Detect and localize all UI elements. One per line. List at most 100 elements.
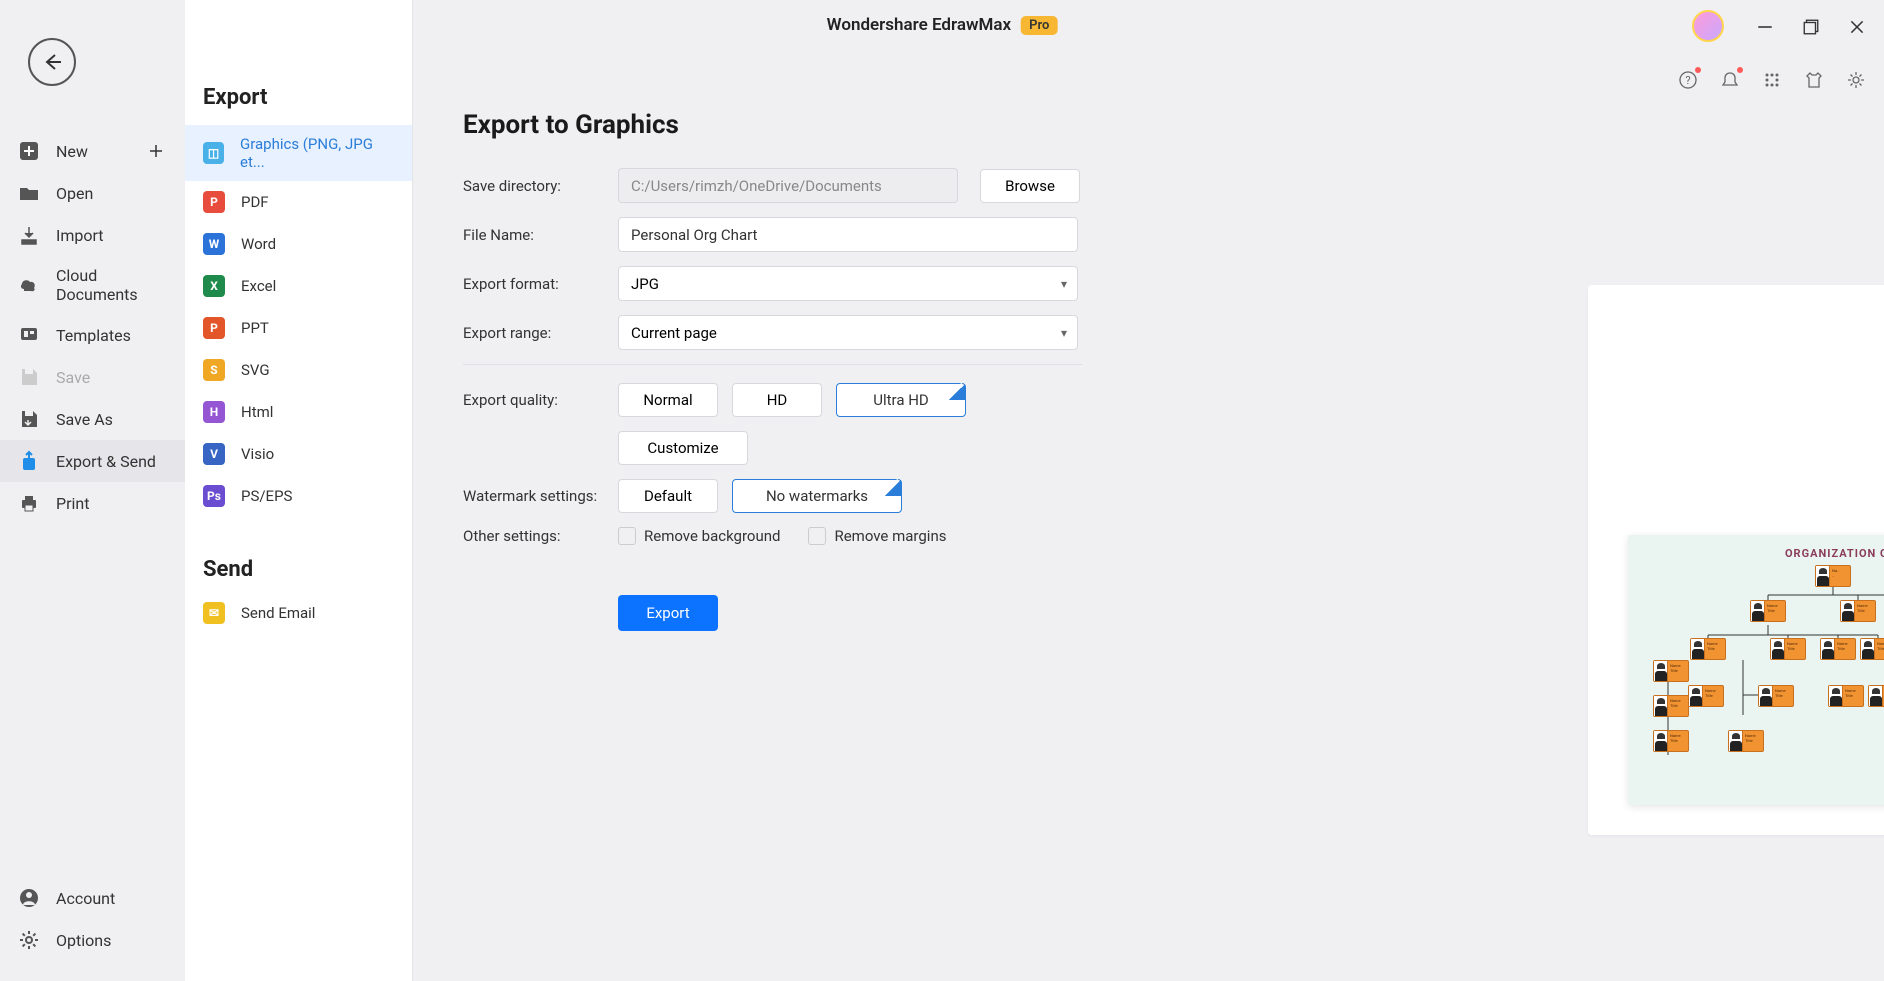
user-avatar[interactable] — [1692, 10, 1724, 42]
watermark-default-button[interactable]: Default — [618, 479, 718, 513]
export-ppt[interactable]: P PPT — [185, 307, 412, 349]
preview-image: ORGANIZATION CHART Na.... NameTitle — [1628, 535, 1884, 805]
export-excel[interactable]: X Excel — [185, 265, 412, 307]
ppt-icon: P — [203, 317, 225, 339]
check-label: Remove margins — [834, 527, 946, 545]
check-icon — [885, 480, 901, 496]
org-node: NameTitle — [1770, 638, 1806, 660]
format-select[interactable]: JPG — [618, 266, 1078, 301]
org-node: NameTitle — [1758, 685, 1794, 707]
export-html[interactable]: HHtml — [185, 391, 412, 433]
watermark-label: Watermark settings: — [463, 487, 618, 505]
save-dir-input — [618, 168, 958, 203]
browse-button[interactable]: Browse — [980, 169, 1080, 203]
nav-saveas[interactable]: Save As — [0, 398, 185, 440]
nav-label: Open — [56, 184, 93, 203]
export-graphics[interactable]: ◫Graphics (PNG, JPG et... — [185, 125, 412, 181]
templates-icon — [18, 324, 40, 346]
btn-label: No watermarks — [766, 487, 868, 505]
mail-icon: ✉ — [203, 602, 225, 624]
divider — [463, 364, 1083, 365]
filename-label: File Name: — [463, 226, 618, 244]
nav-label: Save — [56, 368, 90, 387]
mid-label: PDF — [241, 193, 269, 211]
remove-margins-checkbox[interactable]: Remove margins — [808, 527, 946, 545]
visio-icon: V — [203, 443, 225, 465]
file-menu: New Open Import Cloud Documents Template… — [0, 130, 185, 524]
nav-bottom: Account Options — [0, 877, 185, 961]
save-dir-label: Save directory: — [463, 177, 618, 195]
export-visio[interactable]: VVisio — [185, 433, 412, 475]
preview-panel: ORGANIZATION CHART Na.... NameTitle — [1588, 285, 1884, 835]
back-button[interactable] — [28, 38, 76, 86]
export-icon — [18, 450, 40, 472]
export-word[interactable]: W Word — [185, 223, 412, 265]
org-node: NameTitle — [1750, 600, 1786, 622]
gear-icon — [18, 929, 40, 951]
nav-new[interactable]: New — [0, 130, 185, 172]
pro-badge: Pro — [1021, 16, 1057, 35]
check-icon — [949, 384, 965, 400]
nav-export-send[interactable]: Export & Send — [0, 440, 185, 482]
org-node: NameTitle — [1820, 638, 1856, 660]
mid-label: Html — [241, 403, 273, 421]
arrow-left-icon — [41, 51, 63, 73]
shirt-icon[interactable] — [1804, 70, 1824, 90]
quality-normal-button[interactable]: Normal — [618, 383, 718, 417]
watermark-none-button[interactable]: No watermarks — [732, 479, 902, 513]
range-label: Export range: — [463, 324, 618, 342]
quality-hd-button[interactable]: HD — [732, 383, 822, 417]
mid-label: PPT — [241, 319, 269, 337]
export-pdf[interactable]: PPDF — [185, 181, 412, 223]
nav-label: Templates — [56, 326, 131, 345]
saveas-icon — [18, 408, 40, 430]
nav-label: Options — [56, 931, 111, 950]
export-button[interactable]: Export — [618, 595, 718, 631]
bell-icon[interactable] — [1720, 70, 1740, 90]
org-node: NameTitle — [1653, 695, 1689, 717]
excel-icon: X — [203, 275, 225, 297]
word-icon: W — [203, 233, 225, 255]
export-header: Export — [185, 0, 412, 125]
other-label: Other settings: — [463, 527, 618, 545]
nav-print[interactable]: Print — [0, 482, 185, 524]
quality-label: Export quality: — [463, 391, 618, 409]
svg-text:?: ? — [1685, 74, 1690, 87]
nav-cloud[interactable]: Cloud Documents — [0, 256, 185, 314]
mid-label: Excel — [241, 277, 276, 295]
gear-icon[interactable] — [1846, 70, 1866, 90]
org-node: NameTitle — [1868, 685, 1884, 707]
export-svg[interactable]: SSVG — [185, 349, 412, 391]
nav-label: Export & Send — [56, 452, 156, 471]
org-node: NameTitle — [1828, 685, 1864, 707]
minimize-button[interactable] — [1756, 18, 1774, 36]
nav-import[interactable]: Import — [0, 214, 185, 256]
mid-label: Word — [241, 235, 276, 253]
nav-templates[interactable]: Templates — [0, 314, 185, 356]
export-pseps[interactable]: PsPS/EPS — [185, 475, 412, 517]
select-value: JPG — [631, 275, 659, 293]
quality-ultrahd-button[interactable]: Ultra HD — [836, 383, 966, 417]
remove-bg-checkbox[interactable]: Remove background — [618, 527, 780, 545]
grid-icon[interactable] — [1762, 70, 1782, 90]
org-node: NameTitle — [1688, 685, 1724, 707]
nav-account[interactable]: Account — [0, 877, 185, 919]
nav-label: Account — [56, 889, 115, 908]
maximize-button[interactable] — [1802, 18, 1820, 36]
close-button[interactable] — [1848, 18, 1866, 36]
nav-options[interactable]: Options — [0, 919, 185, 961]
nav-save: Save — [0, 356, 185, 398]
help-icon[interactable]: ? — [1678, 70, 1698, 90]
filename-input[interactable] — [618, 217, 1078, 252]
nav-label: Save As — [56, 410, 113, 429]
select-value: Current page — [631, 324, 717, 342]
org-node: NameTitle — [1653, 730, 1689, 752]
plus-icon[interactable] — [145, 140, 167, 162]
quality-customize-button[interactable]: Customize — [618, 431, 748, 465]
send-email[interactable]: ✉Send Email — [185, 592, 412, 634]
range-select[interactable]: Current page — [618, 315, 1078, 350]
org-node: NameTitle — [1653, 660, 1689, 682]
nav-label: New — [56, 142, 88, 161]
nav-open[interactable]: Open — [0, 172, 185, 214]
svg-icon: S — [203, 359, 225, 381]
